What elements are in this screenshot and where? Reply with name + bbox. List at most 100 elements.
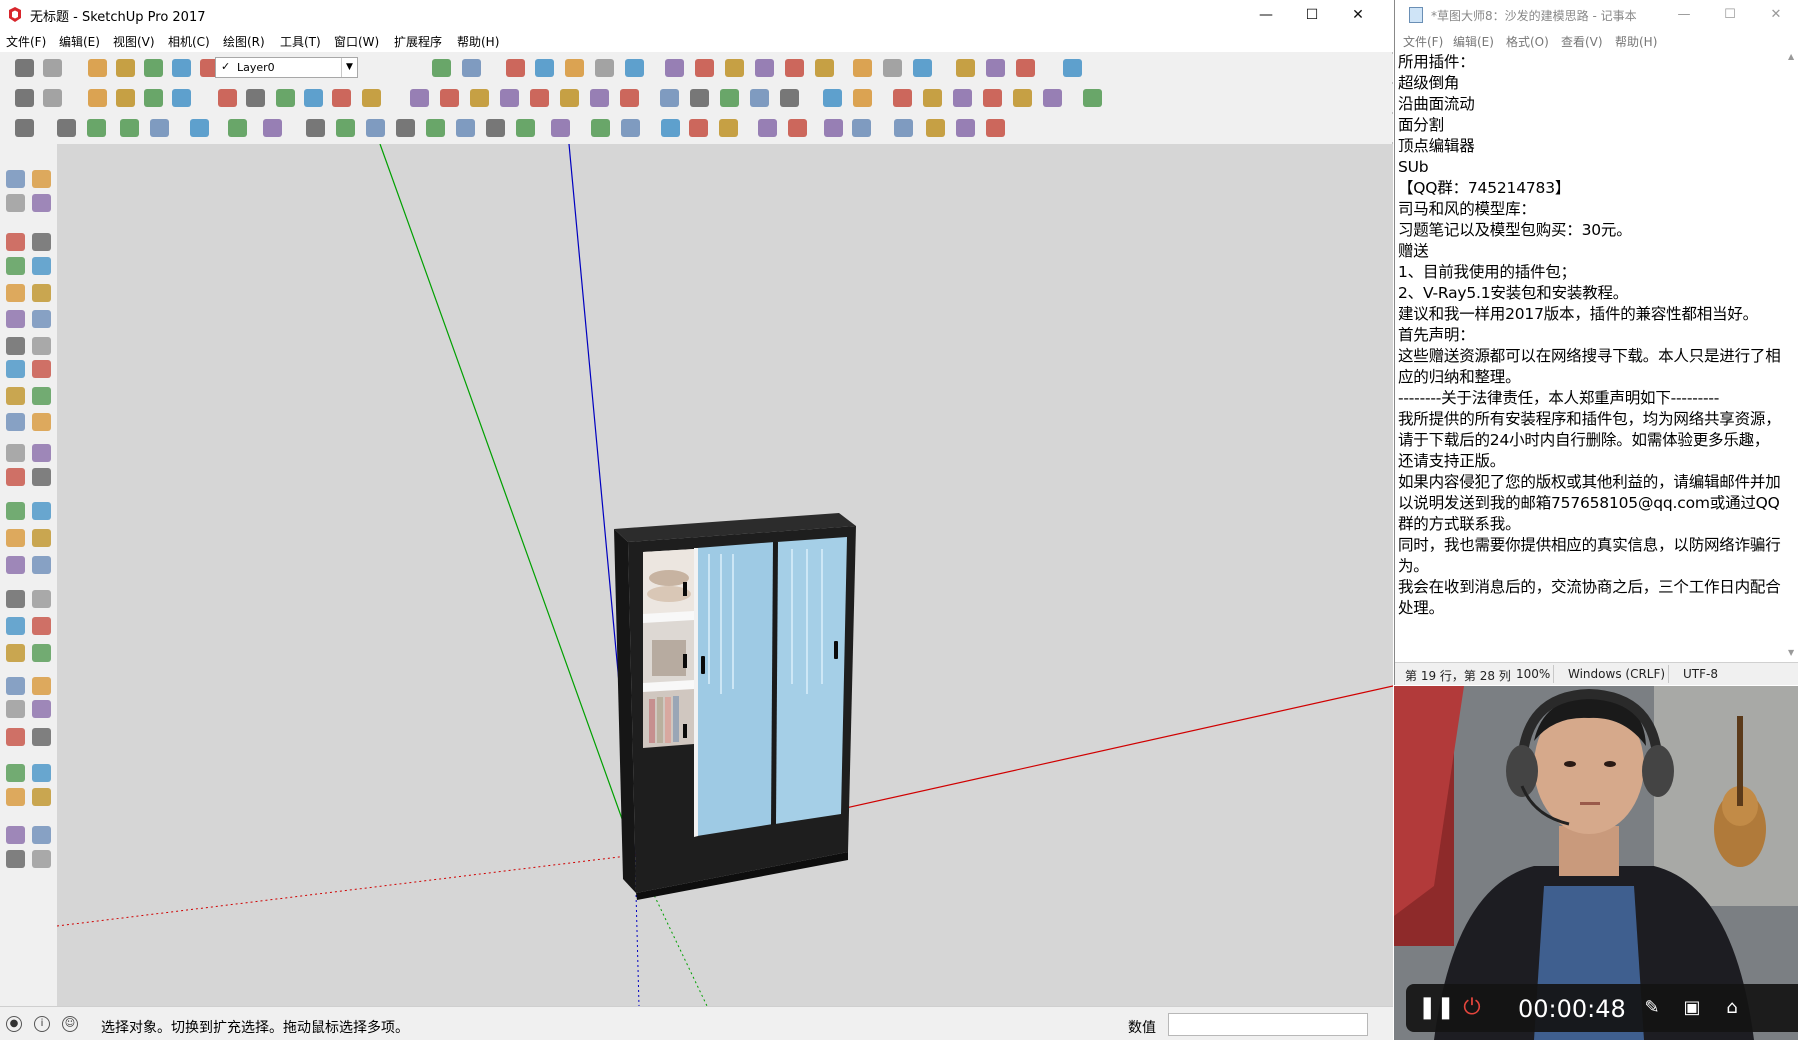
notepad-text-content[interactable]: 所用插件： 超级倒角 沿曲面流动 面分割 顶点编辑器 SUb 【QQ群：7452… bbox=[1398, 52, 1782, 619]
row1-tool-icon-8[interactable] bbox=[462, 59, 481, 77]
left-tool-icon-13-1[interactable] bbox=[32, 529, 51, 547]
row1-tool-icon-26[interactable] bbox=[1063, 59, 1082, 77]
row2-tool-icon-27[interactable] bbox=[893, 89, 912, 107]
row3-tool-icon-17[interactable] bbox=[591, 119, 610, 137]
menu-window[interactable]: 窗口(W) bbox=[334, 33, 379, 50]
row2-tool-icon-14[interactable] bbox=[470, 89, 489, 107]
menu-draw[interactable]: 绘图(R) bbox=[223, 33, 265, 50]
row1-tool-icon-4[interactable] bbox=[144, 59, 163, 77]
scroll-down-icon[interactable]: ▼ bbox=[1788, 648, 1794, 657]
row3-tool-icon-26[interactable] bbox=[894, 119, 913, 137]
maximize-button[interactable]: ☐ bbox=[1289, 0, 1335, 30]
minimize-button[interactable]: — bbox=[1243, 0, 1289, 30]
close-button[interactable]: ✕ bbox=[1335, 0, 1381, 30]
notepad-scrollbar[interactable]: ▲ ▼ bbox=[1785, 50, 1798, 662]
row3-tool-icon-15[interactable] bbox=[516, 119, 535, 137]
left-tool-icon-0-1[interactable] bbox=[32, 170, 51, 188]
row3-tool-icon-22[interactable] bbox=[758, 119, 777, 137]
row3-tool-icon-25[interactable] bbox=[852, 119, 871, 137]
row1-tool-icon-14[interactable] bbox=[665, 59, 684, 77]
row3-tool-icon-5[interactable] bbox=[190, 119, 209, 137]
row3-tool-icon-9[interactable] bbox=[336, 119, 355, 137]
row1-tool-icon-16[interactable] bbox=[725, 59, 744, 77]
row2-tool-icon-24[interactable] bbox=[780, 89, 799, 107]
row1-tool-icon-15[interactable] bbox=[695, 59, 714, 77]
left-tool-icon-20-1[interactable] bbox=[32, 728, 51, 746]
row3-tool-icon-0[interactable] bbox=[15, 119, 34, 137]
row1-tool-icon-9[interactable] bbox=[506, 59, 525, 77]
row2-tool-icon-0[interactable] bbox=[15, 89, 34, 107]
row3-tool-icon-16[interactable] bbox=[551, 119, 570, 137]
row1-tool-icon-3[interactable] bbox=[116, 59, 135, 77]
row1-tool-icon-24[interactable] bbox=[986, 59, 1005, 77]
pause-icon[interactable]: ❚❚ bbox=[1418, 994, 1455, 1022]
left-tool-icon-24-0[interactable] bbox=[6, 850, 25, 868]
row2-tool-icon-13[interactable] bbox=[440, 89, 459, 107]
row2-tool-icon-6[interactable] bbox=[218, 89, 237, 107]
left-tool-icon-8-0[interactable] bbox=[6, 387, 25, 405]
row1-tool-icon-17[interactable] bbox=[755, 59, 774, 77]
row1-tool-icon-19[interactable] bbox=[815, 59, 834, 77]
row2-tool-icon-32[interactable] bbox=[1043, 89, 1062, 107]
notepad-menu-view[interactable]: 查看(V) bbox=[1561, 33, 1603, 50]
row3-tool-icon-7[interactable] bbox=[263, 119, 282, 137]
row2-tool-icon-8[interactable] bbox=[276, 89, 295, 107]
menu-camera[interactable]: 相机(C) bbox=[168, 33, 210, 50]
model-canvas[interactable] bbox=[57, 144, 1393, 1006]
menu-extensions[interactable]: 扩展程序 bbox=[394, 33, 442, 50]
menu-help[interactable]: 帮助(H) bbox=[457, 33, 499, 50]
row2-tool-icon-5[interactable] bbox=[172, 89, 191, 107]
row2-tool-icon-33[interactable] bbox=[1083, 89, 1102, 107]
left-tool-icon-19-0[interactable] bbox=[6, 700, 25, 718]
left-tool-icon-7-1[interactable] bbox=[32, 360, 51, 378]
left-tool-icon-2-0[interactable] bbox=[6, 233, 25, 251]
row2-tool-icon-25[interactable] bbox=[823, 89, 842, 107]
row2-tool-icon-28[interactable] bbox=[923, 89, 942, 107]
row3-tool-icon-13[interactable] bbox=[456, 119, 475, 137]
left-tool-icon-4-0[interactable] bbox=[6, 284, 25, 302]
notepad-minimize-button[interactable]: — bbox=[1661, 0, 1707, 30]
3d-viewport[interactable] bbox=[57, 144, 1393, 1006]
row3-tool-icon-1[interactable] bbox=[57, 119, 76, 137]
left-tool-icon-14-1[interactable] bbox=[32, 556, 51, 574]
left-tool-icon-9-0[interactable] bbox=[6, 413, 25, 431]
left-tool-icon-24-1[interactable] bbox=[32, 850, 51, 868]
left-tool-icon-5-1[interactable] bbox=[32, 310, 51, 328]
row2-tool-icon-10[interactable] bbox=[332, 89, 351, 107]
row3-tool-icon-23[interactable] bbox=[788, 119, 807, 137]
left-tool-icon-23-1[interactable] bbox=[32, 826, 51, 844]
row3-tool-icon-12[interactable] bbox=[426, 119, 445, 137]
notepad-menu-edit[interactable]: 编辑(E) bbox=[1453, 33, 1494, 50]
left-tool-icon-19-1[interactable] bbox=[32, 700, 51, 718]
left-tool-icon-1-1[interactable] bbox=[32, 194, 51, 212]
row2-tool-icon-2[interactable] bbox=[88, 89, 107, 107]
left-tool-icon-16-0[interactable] bbox=[6, 617, 25, 635]
left-tool-icon-6-0[interactable] bbox=[6, 337, 25, 355]
row3-tool-icon-28[interactable] bbox=[956, 119, 975, 137]
row3-tool-icon-20[interactable] bbox=[689, 119, 708, 137]
home-icon[interactable]: ⌂ bbox=[1718, 994, 1746, 1022]
menu-view[interactable]: 视图(V) bbox=[113, 33, 155, 50]
row2-tool-icon-21[interactable] bbox=[690, 89, 709, 107]
layer-dropdown[interactable]: ✓ Layer0 ▼ bbox=[215, 57, 358, 78]
row2-tool-icon-31[interactable] bbox=[1013, 89, 1032, 107]
left-tool-icon-17-1[interactable] bbox=[32, 644, 51, 662]
left-tool-icon-21-1[interactable] bbox=[32, 764, 51, 782]
row2-tool-icon-1[interactable] bbox=[43, 89, 62, 107]
row3-tool-icon-18[interactable] bbox=[621, 119, 640, 137]
row1-tool-icon-25[interactable] bbox=[1016, 59, 1035, 77]
row1-tool-icon-20[interactable] bbox=[853, 59, 872, 77]
row3-tool-icon-24[interactable] bbox=[824, 119, 843, 137]
row2-tool-icon-19[interactable] bbox=[620, 89, 639, 107]
left-tool-icon-10-0[interactable] bbox=[6, 444, 25, 462]
row2-tool-icon-12[interactable] bbox=[410, 89, 429, 107]
left-tool-icon-12-1[interactable] bbox=[32, 502, 51, 520]
camera-icon[interactable]: ▣ bbox=[1678, 994, 1706, 1022]
left-tool-icon-9-1[interactable] bbox=[32, 413, 51, 431]
left-tool-icon-7-0[interactable] bbox=[6, 360, 25, 378]
notepad-menu-help[interactable]: 帮助(H) bbox=[1615, 33, 1657, 50]
left-tool-icon-13-0[interactable] bbox=[6, 529, 25, 547]
row2-tool-icon-16[interactable] bbox=[530, 89, 549, 107]
notepad-close-button[interactable]: ✕ bbox=[1753, 0, 1798, 30]
notepad-menu-format[interactable]: 格式(O) bbox=[1506, 33, 1549, 50]
